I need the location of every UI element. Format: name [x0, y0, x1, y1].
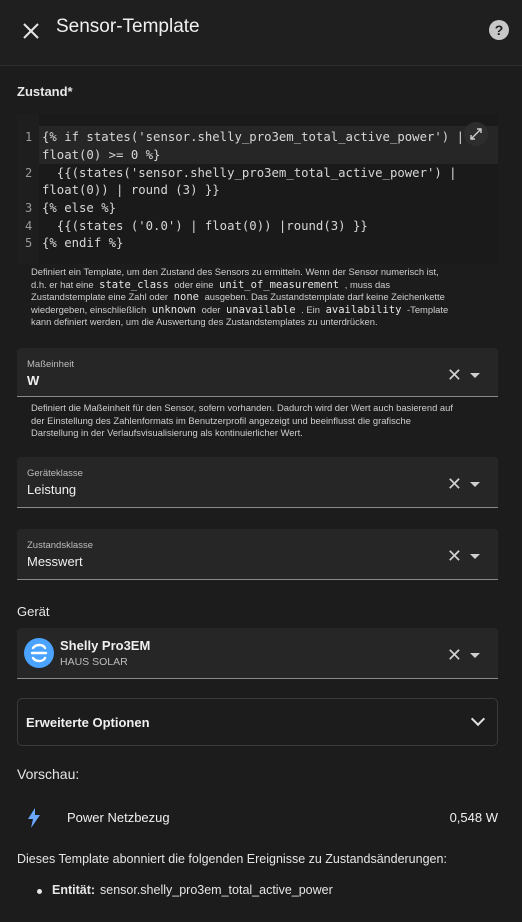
- line-number: 1: [25, 130, 33, 144]
- bullet: [37, 889, 42, 894]
- code-line: {% else %}: [42, 201, 117, 215]
- chevron-down-icon: [470, 711, 486, 727]
- close-icon[interactable]: [20, 20, 42, 42]
- preview-entity-value: 0,548 W: [449, 810, 498, 825]
- entity-key: Entität:: [52, 883, 96, 897]
- state-class-value: Messwert: [27, 554, 83, 569]
- state-helper-text: Definiert ein Template, um den Zustand d…: [31, 266, 449, 328]
- code-line: {{(states ('0.0') | float(0)) |round(3) …: [42, 219, 368, 233]
- dropdown-caret-icon[interactable]: [470, 482, 480, 487]
- lightning-bolt-icon: [28, 808, 40, 828]
- code-line: {% if states('sensor.shelly_pro3em_total…: [42, 130, 464, 144]
- advanced-options-expander[interactable]: Erweiterte Optionen: [17, 698, 498, 746]
- device-section-label: Gerät: [17, 604, 50, 619]
- device-picker[interactable]: Shelly Pro3EM HAUS SOLAR ✕: [17, 628, 498, 679]
- code-line: float(0)) | round (3) }}: [42, 183, 220, 197]
- line-number: 3: [25, 201, 33, 215]
- state-class-field[interactable]: Zustandsklasse Messwert ✕: [17, 529, 498, 580]
- dialog-header: Sensor-Template ?: [0, 0, 522, 66]
- preview-entity-row[interactable]: Power Netzbezug 0,548 W: [0, 800, 522, 838]
- clear-icon[interactable]: ✕: [447, 547, 462, 565]
- device-class-label: Geräteklasse: [27, 468, 83, 479]
- device-class-field[interactable]: Geräteklasse Leistung ✕: [17, 457, 498, 508]
- unit-field[interactable]: Maßeinheit W ✕: [17, 348, 498, 397]
- state-class-label: Zustandsklasse: [27, 540, 94, 551]
- help-icon[interactable]: ?: [489, 20, 509, 40]
- shelly-logo-icon: [24, 638, 54, 668]
- device-name: Shelly Pro3EM: [60, 638, 151, 653]
- clear-icon[interactable]: ✕: [447, 475, 462, 493]
- unit-field-label: Maßeinheit: [27, 359, 74, 370]
- state-template-editor[interactable]: 1 2 3 4 5 {% if states('sensor.shelly_pr…: [17, 114, 498, 264]
- advanced-options-label: Erweiterte Optionen: [26, 715, 150, 730]
- dialog-title: Sensor-Template: [56, 16, 200, 37]
- line-number: 2: [25, 166, 33, 180]
- preview-entity-name: Power Netzbezug: [67, 810, 170, 825]
- line-number: 5: [25, 236, 33, 250]
- unit-field-value: W: [27, 373, 40, 388]
- device-area: HAUS SOLAR: [60, 656, 128, 668]
- dropdown-caret-icon[interactable]: [470, 373, 480, 378]
- unit-helper-text: Definiert die Maßeinheit für den Sensor,…: [31, 402, 453, 439]
- device-class-value: Leistung: [27, 482, 77, 497]
- code-line: {{(states('sensor.shelly_pro3em_total_ac…: [42, 166, 457, 180]
- entity-id: sensor.shelly_pro3em_total_active_power: [100, 883, 333, 897]
- subscription-info: Dieses Template abonniert die folgenden …: [17, 852, 447, 866]
- preview-title: Vorschau:: [17, 766, 80, 782]
- clear-icon[interactable]: ✕: [447, 366, 462, 384]
- state-label: Zustand*: [17, 84, 73, 99]
- code-line: {% endif %}: [42, 236, 124, 250]
- clear-icon[interactable]: ✕: [447, 646, 462, 664]
- expand-icon[interactable]: [464, 122, 488, 146]
- dropdown-caret-icon[interactable]: [470, 554, 480, 559]
- code-line: float(0) >= 0 %}: [42, 148, 161, 162]
- line-number: 4: [25, 219, 33, 233]
- dropdown-caret-icon[interactable]: [470, 653, 480, 658]
